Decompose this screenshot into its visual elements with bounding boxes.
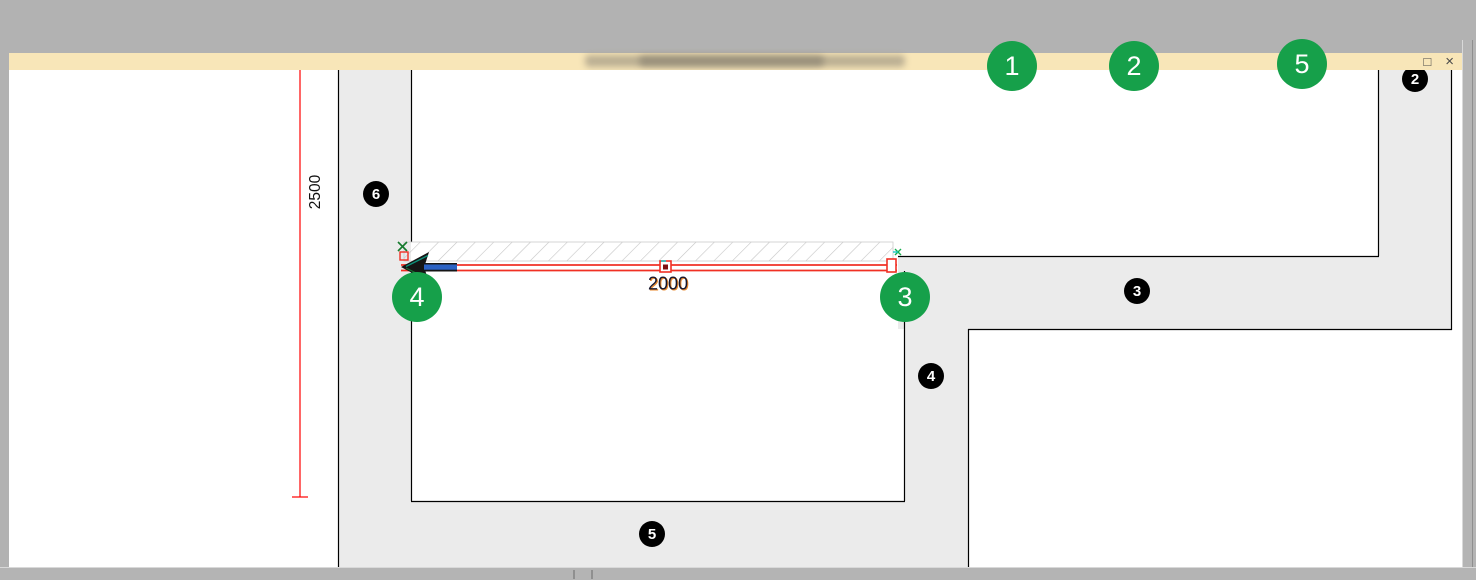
horizontal-scrollbar[interactable] — [0, 567, 1476, 580]
vertical-scrollbar[interactable] — [1462, 40, 1476, 580]
dimension-2500-label: 2500 — [307, 174, 324, 209]
scrollbar-track-line — [1472, 40, 1473, 580]
wall-hatch-fill — [404, 242, 893, 261]
drawing-canvas[interactable]: 2500 — [9, 70, 1462, 567]
wall-in-progress: 2000 2000 — [398, 242, 901, 295]
wall-length-input[interactable]: 2000 — [648, 274, 688, 294]
document-window-frame: □ × — [0, 0, 1476, 540]
floor-plan-drawing: 2500 — [9, 70, 1462, 567]
scrollbar-splitter[interactable] — [591, 570, 593, 579]
scrollbar-splitter[interactable] — [573, 570, 575, 579]
vertical-dimension — [292, 70, 308, 497]
wall-midpoint-node — [660, 261, 671, 272]
maximize-button[interactable]: □ — [1423, 55, 1431, 68]
cad-application: ← S PN ↶ ↷ ✂ T — [0, 0, 1476, 580]
close-button[interactable]: × — [1445, 54, 1454, 69]
wall-fills — [338, 70, 1452, 567]
window-controls: □ × — [1423, 53, 1454, 70]
redacted-title — [639, 56, 824, 66]
document-title-bar[interactable]: □ × — [9, 53, 1462, 70]
